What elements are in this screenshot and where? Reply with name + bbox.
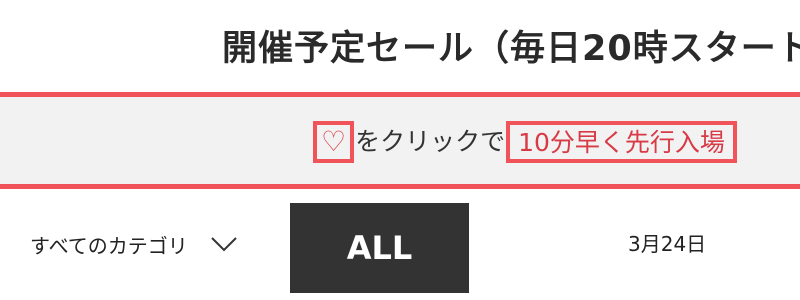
date-tab[interactable]: 3月24日 <box>628 224 706 264</box>
early-access-banner: ♡ をクリックで 10分早く先行入場 <box>0 92 800 189</box>
heart-icon: ♡ <box>313 121 355 163</box>
page-title: 開催予定セール（毎日20時スタート <box>222 29 800 69</box>
chevron-down-icon <box>211 237 237 252</box>
banner-message: ♡ をクリックで 10分早く先行入場 <box>313 120 737 164</box>
sale-page: 開催予定セール（毎日20時スタート ♡ をクリックで 10分早く先行入場 すべて… <box>0 0 800 300</box>
category-dropdown-label: すべてのカテゴリ <box>30 233 188 258</box>
category-dropdown[interactable]: すべてのカテゴリ <box>30 222 238 266</box>
early-entry-highlight: 10分早く先行入場 <box>506 121 737 163</box>
all-button[interactable]: ALL <box>290 203 469 293</box>
banner-instruction-text: をクリックで <box>355 127 506 156</box>
